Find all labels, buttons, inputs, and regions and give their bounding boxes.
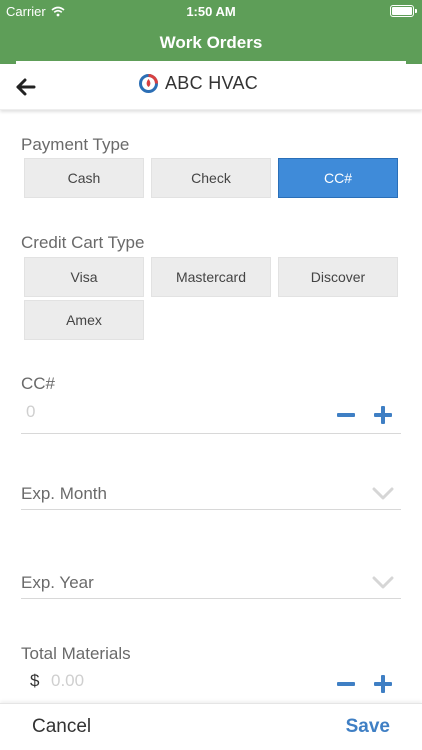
exp-month-select[interactable]: Exp. Month [21, 484, 107, 504]
payment-type-label: Payment Type [21, 135, 130, 154]
minus-icon[interactable] [334, 403, 358, 427]
cancel-button[interactable]: Cancel [32, 716, 91, 738]
card-visa-button[interactable]: Visa [24, 257, 144, 297]
app-header: Work Orders [0, 22, 422, 64]
payment-check-button[interactable]: Check [151, 158, 271, 198]
company-name: ABC HVAC [165, 73, 259, 93]
cc-number-label: CC# [21, 374, 56, 393]
card-amex-button[interactable]: Amex [24, 300, 144, 340]
page-title: Work Orders [159, 33, 263, 52]
chevron-down-icon[interactable] [372, 487, 394, 501]
back-arrow-icon [16, 78, 36, 96]
credit-card-type-label: Credit Cart Type [21, 233, 145, 252]
currency-symbol: $ [30, 671, 40, 690]
company-brand: ABC HVAC [138, 73, 258, 94]
total-materials-input[interactable]: 0.00 [51, 671, 84, 691]
exp-month-underline [21, 509, 401, 510]
footer-bar: Cancel Save [0, 703, 422, 750]
cc-number-input[interactable]: 0 [26, 402, 35, 422]
chevron-down-icon[interactable] [372, 576, 394, 590]
exp-year-select[interactable]: Exp. Year [21, 573, 94, 593]
plus-icon[interactable] [371, 672, 395, 696]
status-bar: Carrier 1:50 AM [0, 0, 422, 22]
total-materials-label: Total Materials [21, 644, 131, 663]
cc-number-underline [21, 433, 401, 434]
card-mastercard-button[interactable]: Mastercard [151, 257, 271, 297]
status-time: 1:50 AM [186, 4, 236, 19]
minus-icon[interactable] [334, 672, 358, 696]
company-logo-icon [139, 74, 158, 93]
sub-header: ABC HVAC [0, 64, 422, 110]
payment-cc-button[interactable]: CC# [278, 158, 398, 198]
card-discover-button[interactable]: Discover [278, 257, 398, 297]
exp-year-underline [21, 598, 401, 599]
plus-icon[interactable] [371, 403, 395, 427]
save-button[interactable]: Save [346, 716, 390, 738]
back-button[interactable] [12, 74, 40, 100]
payment-cash-button[interactable]: Cash [24, 158, 144, 198]
battery-icon [390, 5, 417, 17]
